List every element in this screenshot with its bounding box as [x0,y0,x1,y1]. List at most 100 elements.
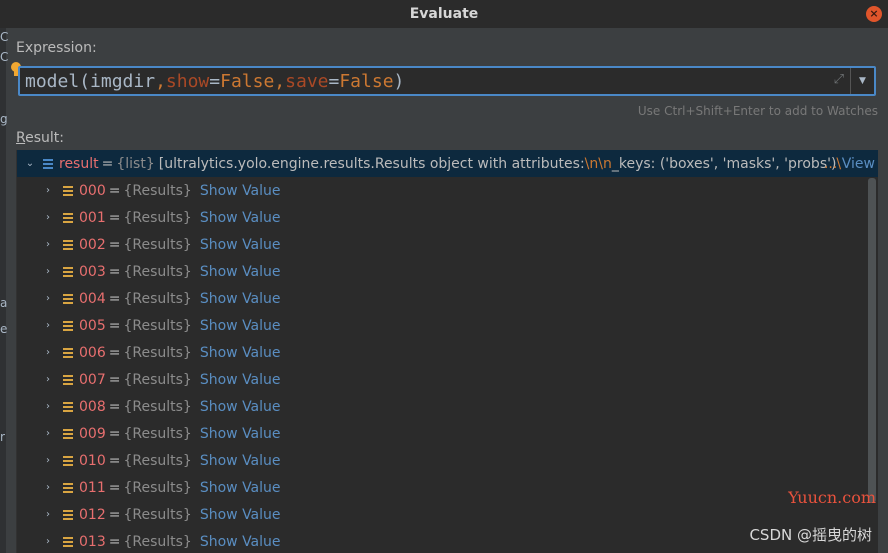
show-value-link[interactable]: Show Value [200,453,281,469]
expression-token: imgdir [90,70,156,92]
equals-sign: = [108,182,121,199]
equals-sign: = [108,452,121,469]
chevron-right-icon[interactable]: › [41,428,55,439]
variable-name: 005 [79,317,106,334]
expression-token: = [328,70,340,92]
show-value-link[interactable]: Show Value [200,372,281,388]
variable-type: {Results} [123,209,192,226]
variable-name: 006 [79,344,106,361]
expression-token: save [285,70,329,92]
variable-name: 003 [79,263,106,280]
field-icon [63,347,73,359]
variable-name: 012 [79,506,106,523]
field-icon [63,536,73,548]
show-value-link[interactable]: Show Value [200,183,281,199]
variable-name: 004 [79,290,106,307]
variable-name: 000 [79,182,106,199]
equals-sign: = [101,155,114,172]
tree-row[interactable]: › 001 = {Results} Show Value [17,204,878,231]
chevron-right-icon[interactable]: › [41,293,55,304]
variable-name: 008 [79,398,106,415]
chevron-right-icon[interactable]: › [41,347,55,358]
result-tree[interactable]: ⌄ result = {list} [ultralytics.yolo.engi… [16,150,878,553]
tree-row[interactable]: › 004 = {Results} Show Value [17,285,878,312]
chevron-right-icon[interactable]: › [41,482,55,493]
expression-token: show [165,70,210,92]
chevron-right-icon[interactable]: › [41,320,55,331]
chevron-down-icon: ▼ [859,76,866,86]
show-value-link[interactable]: Show Value [200,318,281,334]
equals-sign: = [108,479,121,496]
credit-watermark: CSDN @摇曳的树 [749,526,872,544]
tree-row[interactable]: › 010 = {Results} Show Value [17,447,878,474]
show-value-link[interactable]: Show Value [200,480,281,496]
expression-token: ( [79,70,91,92]
show-value-link[interactable]: Show Value [200,210,281,226]
field-icon [63,428,73,440]
variable-type: {list} [116,155,155,172]
show-value-link[interactable]: Show Value [200,291,281,307]
variable-type: {Results} [123,452,192,469]
scrollbar-thumb[interactable] [868,178,876,503]
chevron-right-icon[interactable]: › [41,374,55,385]
show-value-link[interactable]: Show Value [200,345,281,361]
history-dropdown-button[interactable]: ▼ [850,68,874,94]
field-icon [63,401,73,413]
equals-sign: = [108,317,121,334]
variable-name: 009 [79,425,106,442]
tree-row[interactable]: › 007 = {Results} Show Value [17,366,878,393]
show-value-link[interactable]: Show Value [200,507,281,523]
tree-row[interactable]: › 009 = {Results} Show Value [17,420,878,447]
chevron-right-icon[interactable]: › [41,401,55,412]
field-icon [63,212,73,224]
chevron-right-icon[interactable]: › [41,536,55,547]
tree-row[interactable]: › 005 = {Results} Show Value [17,312,878,339]
tree-row[interactable]: › 003 = {Results} Show Value [17,258,878,285]
field-icon [63,509,73,521]
tree-row-result[interactable]: ⌄ result = {list} [ultralytics.yolo.engi… [17,150,878,177]
equals-sign: = [108,398,121,415]
variable-type: {Results} [123,263,192,280]
tree-row[interactable]: › 008 = {Results} Show Value [17,393,878,420]
tree-row[interactable]: › 011 = {Results} Show Value [17,474,878,501]
field-icon [63,374,73,386]
equals-sign: = [108,209,121,226]
expression-token: False [339,70,394,92]
field-icon [63,320,73,332]
chevron-right-icon[interactable]: › [41,239,55,250]
show-value-link[interactable]: Show Value [200,534,281,550]
site-watermark: Yuucn.com [788,488,876,507]
expression-input[interactable]: model(imgdir, show = False, save = False) ⤢ ▼ [18,66,876,96]
show-value-link[interactable]: Show Value [200,426,281,442]
chevron-down-icon[interactable]: ⌄ [23,158,37,169]
view-link[interactable]: ... View [824,156,875,172]
chevron-right-icon[interactable]: › [41,185,55,196]
variable-type: {Results} [123,479,192,496]
variable-name: 013 [79,533,106,550]
tree-row[interactable]: › 002 = {Results} Show Value [17,231,878,258]
title-bar: Evaluate × [0,0,888,28]
tree-row[interactable]: › 000 = {Results} Show Value [17,177,878,204]
equals-sign: = [108,371,121,388]
expression-token: , [155,70,166,92]
tree-row[interactable]: › 006 = {Results} Show Value [17,339,878,366]
chevron-right-icon[interactable]: › [41,455,55,466]
variable-type: {Results} [123,290,192,307]
variable-type: {Results} [123,398,192,415]
variable-type: {Results} [123,317,192,334]
show-value-link[interactable]: Show Value [200,264,281,280]
show-value-link[interactable]: Show Value [200,399,281,415]
show-value-link[interactable]: Show Value [200,237,281,253]
equals-sign: = [108,425,121,442]
expression-token: ) [393,70,405,92]
close-button[interactable]: × [866,6,882,22]
variable-value: [ultralytics.yolo.engine.results.Results… [158,155,842,172]
chevron-right-icon[interactable]: › [41,266,55,277]
background-glyph: C [0,30,9,44]
chevron-right-icon[interactable]: › [41,212,55,223]
expand-icon[interactable]: ⤢ [834,72,844,87]
chevron-right-icon[interactable]: › [41,509,55,520]
field-icon [63,482,73,494]
variable-name: result [59,155,99,172]
expression-text[interactable]: model(imgdir, show = False, save = False) [20,71,404,92]
